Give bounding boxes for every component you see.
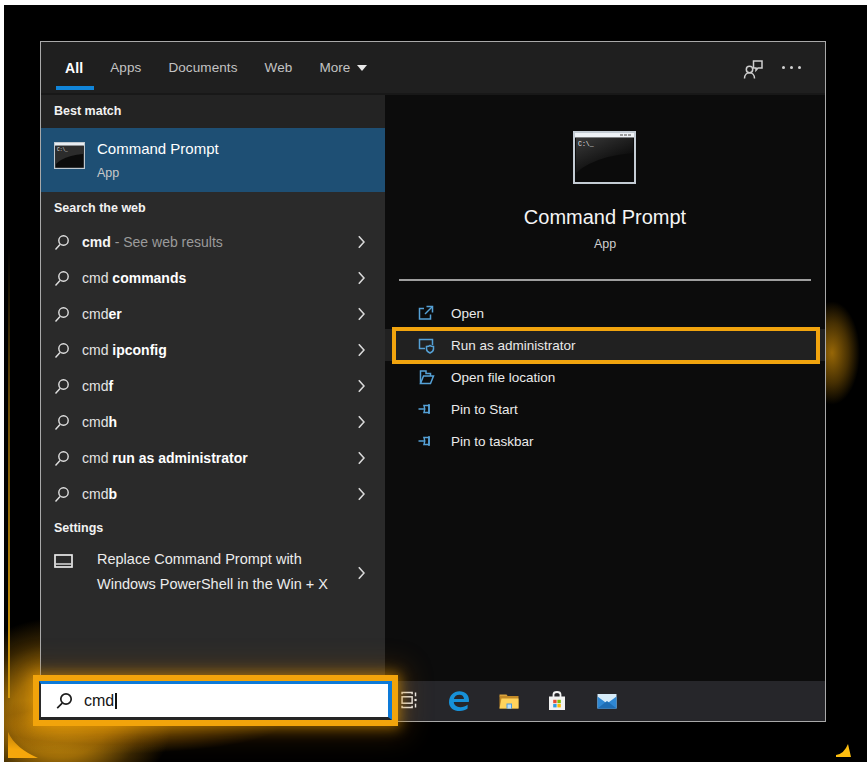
suggestion-row[interactable]: cmd - See web results xyxy=(41,224,385,260)
suggestion-row[interactable]: cmd ipconfig xyxy=(41,332,385,368)
orange-decor-line xyxy=(8,246,10,698)
search-icon xyxy=(54,270,71,287)
open-icon xyxy=(416,303,436,323)
web-suggestions: cmd - See web results cmd commands cmder… xyxy=(41,224,385,512)
action-label: Pin to taskbar xyxy=(451,434,534,449)
best-match-result[interactable]: C:\_ Command Prompt App xyxy=(41,128,385,192)
action-label: Run as administrator xyxy=(451,338,576,353)
tab-all[interactable]: All xyxy=(65,60,83,76)
pin-icon xyxy=(416,431,436,451)
shield-window-icon xyxy=(416,335,436,355)
command-prompt-icon-large: C:\_ xyxy=(573,131,636,184)
see-more-icon[interactable] xyxy=(782,66,806,69)
suggestion-text: cmd run as administrator xyxy=(82,450,248,466)
action-pin-to-taskbar[interactable]: Pin to taskbar xyxy=(385,425,825,457)
svg-text:C:\_: C:\_ xyxy=(578,141,594,148)
pin-icon xyxy=(416,399,436,419)
chevron-right-icon[interactable] xyxy=(358,416,365,429)
suggestion-text: cmder xyxy=(82,306,122,322)
active-tab-underline xyxy=(56,86,94,90)
tab-more-label: More xyxy=(319,60,350,75)
suggestion-row[interactable]: cmd run as administrator xyxy=(41,440,385,476)
search-icon xyxy=(54,234,71,251)
best-match-subtitle: App xyxy=(97,165,219,181)
text-caret xyxy=(115,693,117,709)
best-match-header: Best match xyxy=(41,95,385,128)
suggestion-text: cmd - See web results xyxy=(82,234,223,250)
settings-header: Settings xyxy=(41,512,385,545)
search-icon xyxy=(54,342,71,359)
search-the-web-header-wrap: Search the web xyxy=(41,192,385,225)
command-prompt-icon: C:\_ xyxy=(54,142,85,169)
svg-text:C:\_: C:\_ xyxy=(57,147,68,152)
chevron-right-icon[interactable] xyxy=(358,452,365,465)
feedback-icon[interactable] xyxy=(741,57,765,81)
action-label: Open file location xyxy=(451,370,555,385)
image-frame-top xyxy=(0,0,867,5)
suggestion-row[interactable]: cmdf xyxy=(41,368,385,404)
search-icon xyxy=(54,378,71,395)
suggestion-text: cmdb xyxy=(82,486,117,502)
settings-result[interactable]: Replace Command Prompt with Windows Powe… xyxy=(41,545,385,600)
suggestion-row[interactable]: cmd commands xyxy=(41,260,385,296)
suggestion-row[interactable]: cmdh xyxy=(41,404,385,440)
search-icon xyxy=(56,692,74,710)
suggestion-text: cmdf xyxy=(82,378,113,394)
search-flyout-window: All Apps Documents Web More Best match xyxy=(40,41,826,722)
store-icon[interactable] xyxy=(545,689,569,713)
tab-web[interactable]: Web xyxy=(265,60,293,75)
orange-swoosh xyxy=(836,742,854,758)
mail-icon[interactable] xyxy=(595,689,619,713)
best-match-text: Command Prompt App xyxy=(97,139,219,181)
best-match-header-strip: Best match xyxy=(41,95,385,128)
search-icon xyxy=(54,414,71,431)
action-run-as-administrator[interactable]: Run as administrator xyxy=(385,329,825,361)
suggestion-text: cmd commands xyxy=(82,270,186,286)
tab-more[interactable]: More xyxy=(319,60,367,75)
chevron-right-icon[interactable] xyxy=(358,567,365,580)
file-explorer-icon[interactable] xyxy=(497,689,521,713)
suggestion-row[interactable]: cmdb xyxy=(41,476,385,512)
preview-panel: C:\_ Command Prompt App Open xyxy=(385,95,825,681)
search-icon xyxy=(54,306,71,323)
chevron-right-icon[interactable] xyxy=(358,380,365,393)
chevron-right-icon[interactable] xyxy=(358,488,365,501)
chevron-right-icon[interactable] xyxy=(358,272,365,285)
search-the-web-header: Search the web xyxy=(41,192,385,225)
action-pin-to-start[interactable]: Pin to Start xyxy=(385,393,825,425)
preview-subtitle: App xyxy=(385,235,825,253)
tab-documents[interactable]: Documents xyxy=(168,60,237,75)
suggestion-text: cmd ipconfig xyxy=(82,342,167,358)
preview-title: Command Prompt xyxy=(385,204,825,230)
search-input-value: cmd xyxy=(84,692,117,710)
search-tabbar: All Apps Documents Web More xyxy=(41,42,825,95)
action-list: Open Run as administrator Open file loca… xyxy=(385,297,825,457)
chevron-right-icon[interactable] xyxy=(358,236,365,249)
best-match-title: Command Prompt xyxy=(97,139,219,159)
results-panel: Best match C:\_ Command Prompt App Searc… xyxy=(41,95,385,681)
suggestion-row[interactable]: cmder xyxy=(41,296,385,332)
action-open-file-location[interactable]: Open file location xyxy=(385,361,825,393)
search-content: Best match C:\_ Command Prompt App Searc… xyxy=(41,95,825,681)
task-view-icon[interactable] xyxy=(397,689,419,711)
action-label: Open xyxy=(451,306,484,321)
taskbar-search-box[interactable]: cmd xyxy=(39,681,392,720)
search-icon xyxy=(54,450,71,467)
settings-header-wrap: Settings xyxy=(41,512,385,545)
annotation-search-box: cmd xyxy=(33,675,398,726)
action-label: Pin to Start xyxy=(451,402,518,417)
image-frame-left xyxy=(0,0,4,762)
search-icon xyxy=(54,486,71,503)
tab-apps[interactable]: Apps xyxy=(110,60,141,75)
edge-icon[interactable] xyxy=(447,689,471,713)
chevron-right-icon[interactable] xyxy=(358,308,365,321)
suggestion-text: cmdh xyxy=(82,414,117,430)
folder-location-icon xyxy=(416,367,436,387)
action-open[interactable]: Open xyxy=(385,297,825,329)
chevron-down-icon xyxy=(357,65,367,71)
settings-result-text: Replace Command Prompt with Windows Powe… xyxy=(97,547,328,597)
window-taskbar-icon xyxy=(54,554,73,568)
preview-separator xyxy=(399,279,811,281)
chevron-right-icon[interactable] xyxy=(358,344,365,357)
